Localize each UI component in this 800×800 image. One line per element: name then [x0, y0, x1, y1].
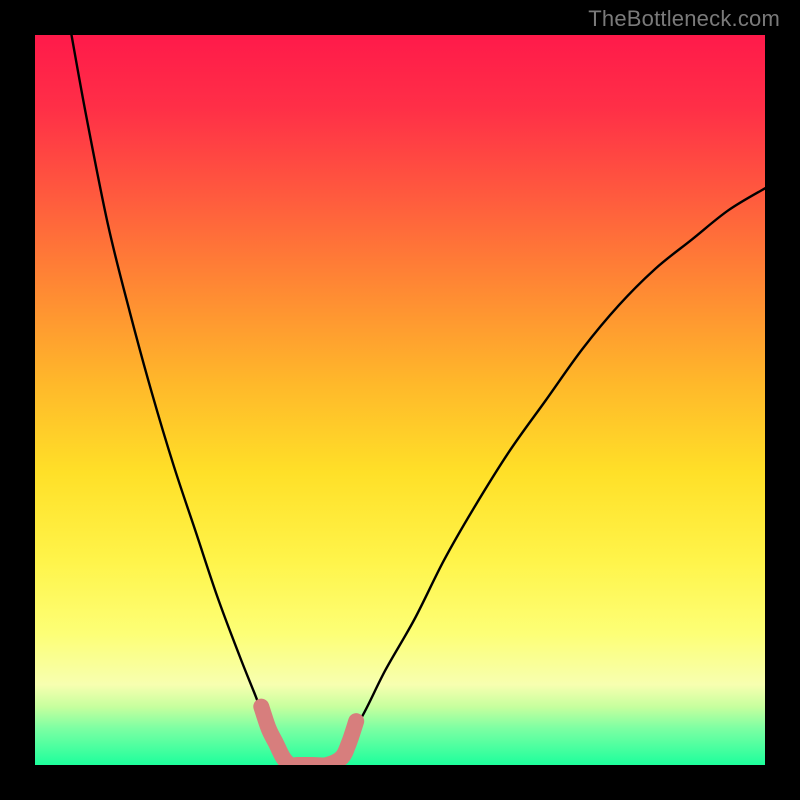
plot-background [35, 35, 765, 765]
watermark-text: TheBottleneck.com [588, 6, 780, 32]
chart-frame: TheBottleneck.com [0, 0, 800, 800]
bottleneck-chart [0, 0, 800, 800]
